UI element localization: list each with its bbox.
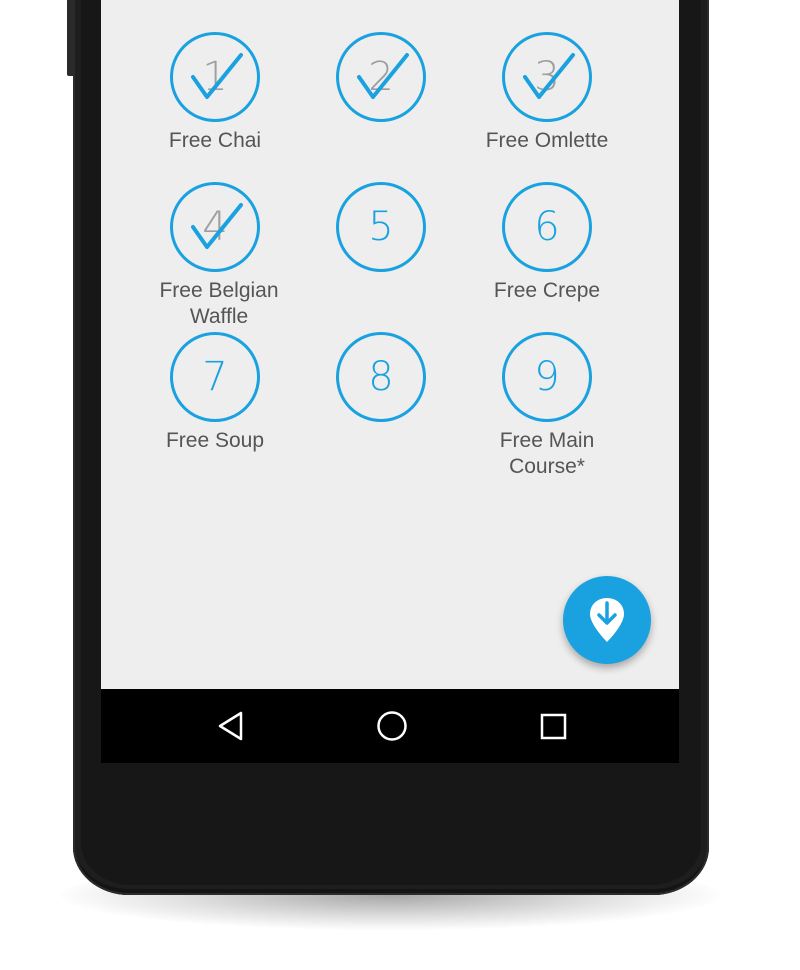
checkmark-icon: [357, 53, 409, 99]
stamp-4[interactable]: 4: [170, 182, 260, 272]
stamp-number: 8: [368, 354, 394, 400]
checkmark-icon: [191, 53, 243, 99]
stamp-number: 6: [534, 204, 560, 250]
download-pin-icon: [590, 598, 624, 642]
stamp-number: 9: [534, 354, 560, 400]
stamp-5[interactable]: 5: [336, 182, 426, 272]
stamp-3[interactable]: 3: [502, 32, 592, 122]
stamp-7[interactable]: 7: [170, 332, 260, 422]
back-triangle-icon[interactable]: [211, 706, 251, 746]
stamp-number: 7: [202, 354, 228, 400]
stamp-9[interactable]: 9: [502, 332, 592, 422]
home-circle-icon[interactable]: [372, 706, 412, 746]
stamp-2[interactable]: 2: [336, 32, 426, 122]
stamp-6[interactable]: 6: [502, 182, 592, 272]
stamp-1[interactable]: 1: [170, 32, 260, 122]
stamp-reward-label: Free Belgian Waffle: [159, 279, 279, 328]
checkmark-icon: [191, 203, 243, 249]
download-pin-button[interactable]: [563, 576, 651, 664]
stamp-reward-label: Free Soup: [165, 429, 265, 452]
stamp-reward-label: Free Main Course*: [499, 429, 595, 478]
stamp-reward-label: Free Chai: [168, 129, 262, 152]
stamp-reward-label: Free Omlette: [485, 129, 609, 152]
recents-square-icon[interactable]: [533, 706, 573, 746]
stamp-8[interactable]: 8: [336, 332, 426, 422]
checkmark-icon: [523, 53, 575, 99]
stamp-reward-label: Free Crepe: [493, 279, 601, 302]
android-nav-bar: [101, 689, 679, 763]
loyalty-card-screen: 1 Free Chai 2 3 Free Omlette 4 Free Belg…: [101, 0, 679, 689]
stamp-number: 5: [368, 204, 394, 250]
